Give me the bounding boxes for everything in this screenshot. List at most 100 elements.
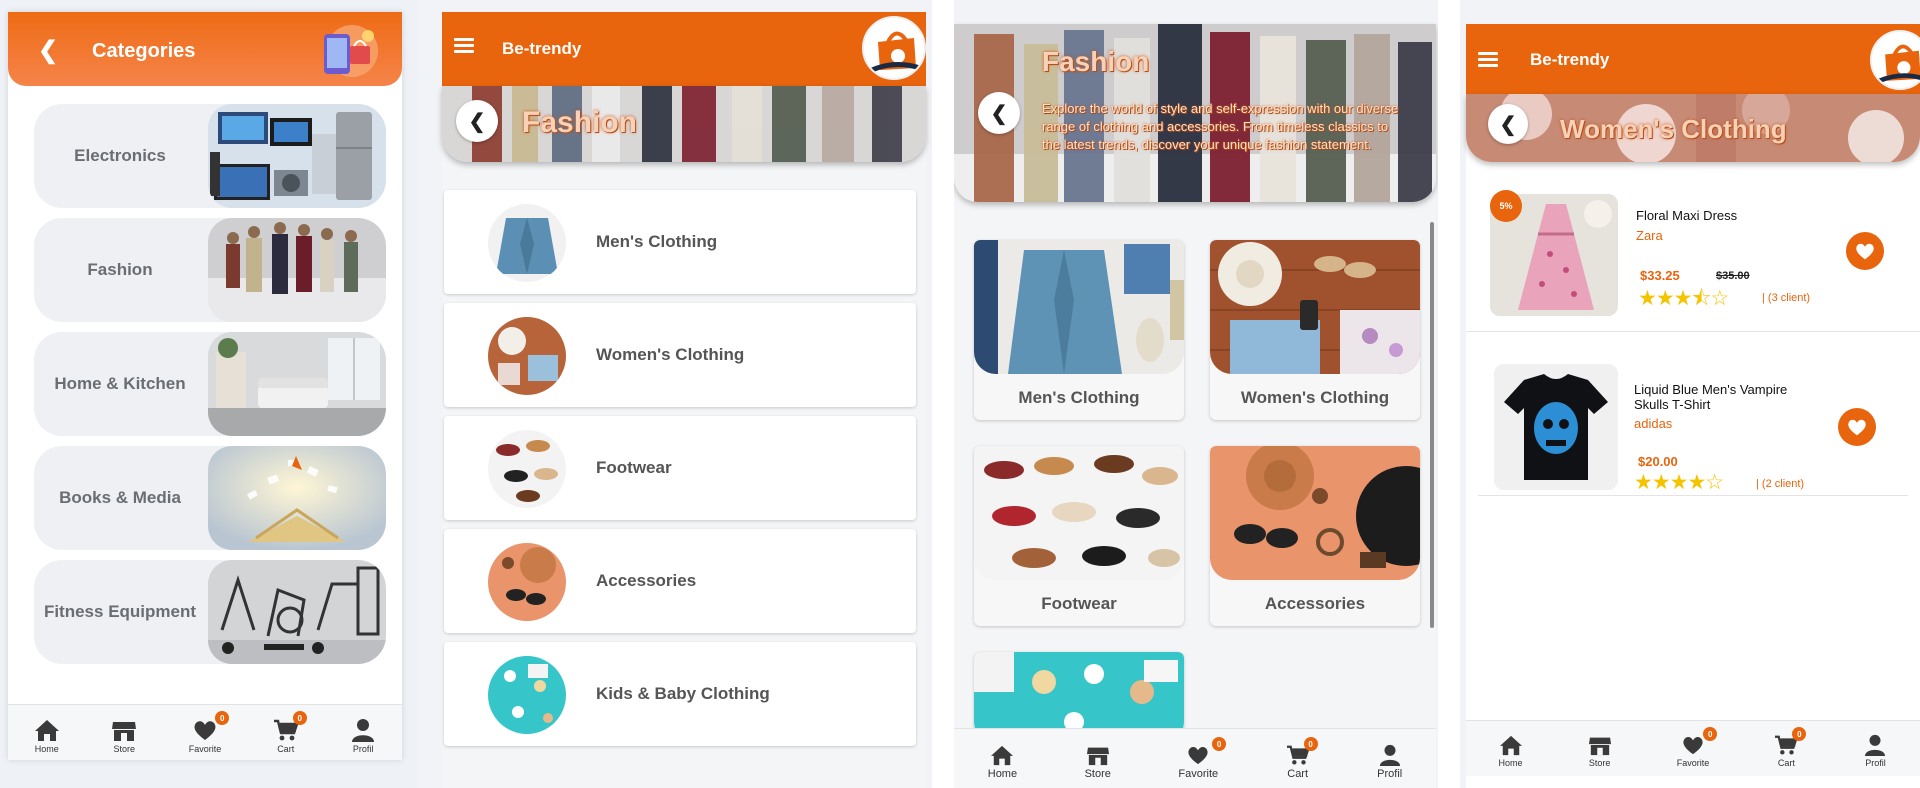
- page-title: Categories: [92, 40, 196, 62]
- category-card-books-media[interactable]: Books & Media: [34, 446, 386, 550]
- womens-clothing-thumb: [488, 317, 566, 395]
- nav-cart[interactable]: 0 Cart: [1286, 737, 1318, 780]
- back-button[interactable]: ❮: [456, 100, 498, 142]
- books-media-image: [208, 446, 386, 550]
- chevron-left-icon: ❮: [468, 110, 486, 133]
- app-bar: Be-trendy: [442, 12, 926, 86]
- list-item-footwear[interactable]: Footwear: [444, 416, 916, 520]
- heart-icon: [194, 721, 216, 740]
- menu-icon[interactable]: [454, 38, 474, 54]
- favorite-button[interactable]: [1846, 232, 1884, 270]
- store-icon: [1588, 737, 1611, 756]
- grid-card-mens-clothing[interactable]: Men's Clothing: [974, 240, 1184, 420]
- user-icon: [1379, 744, 1400, 766]
- phone-frame: ❮ Categories Electronics Fashion Home & …: [8, 12, 402, 760]
- chevron-left-icon: ❮: [1499, 113, 1517, 136]
- product-name: Floral Maxi Dress: [1636, 208, 1738, 223]
- favorite-count-badge: 0: [215, 711, 230, 725]
- store-icon: [112, 722, 137, 741]
- home-icon: [34, 720, 59, 741]
- mens-clothing-image: [974, 240, 1184, 374]
- nav-home[interactable]: Home: [988, 744, 1017, 780]
- back-button[interactable]: ❮: [1488, 104, 1528, 144]
- nav-profil[interactable]: Profil: [1377, 744, 1402, 780]
- scrollbar[interactable]: [1430, 222, 1434, 628]
- favorite-count-badge: 0: [1703, 727, 1718, 741]
- heart-icon: [1848, 419, 1866, 436]
- user-icon: [1865, 734, 1886, 756]
- nav-home[interactable]: Home: [34, 718, 60, 754]
- product-card-vampire-skulls-tshirt[interactable]: Liquid Blue Men's Vampire Skulls T-Shirt…: [1466, 350, 1920, 520]
- category-label: Books & Media: [59, 488, 181, 507]
- product-name: Liquid Blue Men's Vampire Skulls T-Shirt: [1634, 382, 1788, 412]
- app-brand: Be-trendy: [502, 39, 582, 58]
- home-kitchen-image: [208, 332, 386, 436]
- nav-store[interactable]: Store: [1085, 744, 1111, 780]
- banner-title: Women's Clothing: [1560, 114, 1787, 144]
- list-item-mens-clothing[interactable]: Men's Clothing: [444, 190, 916, 294]
- category-label: Fitness Equipment: [43, 602, 197, 621]
- list-item-kids-baby-clothing[interactable]: Kids & Baby Clothing: [444, 642, 916, 746]
- nav-favorite[interactable]: 0 Favorite: [189, 711, 230, 754]
- brand-logo: [1870, 30, 1920, 90]
- back-button[interactable]: ❮: [978, 92, 1020, 134]
- list-item-label: Women's Clothing: [596, 345, 745, 364]
- list-item-label: Kids & Baby Clothing: [596, 684, 770, 703]
- grid-card-womens-clothing[interactable]: Women's Clothing: [1210, 240, 1420, 420]
- cart-count-badge: 0: [1303, 737, 1318, 751]
- category-label: Electronics: [74, 146, 166, 165]
- brand-logo: [862, 16, 926, 80]
- nav-profil[interactable]: Profil: [1863, 734, 1887, 768]
- bottom-navigation: Home Store 0 Favorite 0 Cart Profil: [8, 704, 402, 760]
- home-icon: [991, 745, 1014, 766]
- menu-icon[interactable]: [1478, 52, 1498, 68]
- favorite-button[interactable]: [1838, 408, 1876, 446]
- list-item-accessories[interactable]: Accessories: [444, 529, 916, 633]
- rating-clients: | (2 client): [1756, 478, 1805, 490]
- product-brand: adidas: [1634, 416, 1673, 431]
- nav-favorite[interactable]: 0 Favorite: [1677, 727, 1718, 768]
- back-icon[interactable]: ❮: [38, 36, 58, 65]
- list-item-womens-clothing[interactable]: Women's Clothing: [444, 303, 916, 407]
- phone-frame: Be-trendy ❮ Fashion Men's Clothing Women…: [442, 12, 926, 788]
- product-price: $33.25: [1640, 268, 1680, 283]
- nav-store[interactable]: Store: [1588, 734, 1612, 768]
- footwear-thumb: [488, 430, 566, 508]
- nav-cart[interactable]: 0 Cart: [273, 711, 307, 754]
- grid-card-accessories[interactable]: Accessories: [1210, 446, 1420, 626]
- category-label: Home & Kitchen: [54, 374, 186, 393]
- nav-profil[interactable]: Profil: [350, 718, 376, 754]
- banner-description: Explore the world of style and self-expr…: [1042, 101, 1399, 152]
- accessories-thumb: [488, 543, 566, 621]
- banner-title: Fashion: [1042, 46, 1150, 77]
- product-price: $20.00: [1638, 454, 1678, 469]
- womens-clothing-screen: Be-trendy ❮ Women's Clothing 5% Floral M…: [1460, 0, 1920, 788]
- shopping-illustration-icon: [324, 25, 378, 77]
- discount-badge: 5%: [1490, 190, 1522, 222]
- nav-store[interactable]: Store: [111, 718, 137, 754]
- phone-frame: ❮ Fashion Explore the world of style and…: [954, 24, 1436, 788]
- heart-icon: [1188, 746, 1208, 765]
- product-card-floral-maxi-dress[interactable]: 5% Floral Maxi Dress Zara $33.25 $35.00 …: [1466, 186, 1920, 354]
- divider: [1466, 331, 1920, 332]
- kids-baby-clothing-thumb: [488, 656, 566, 734]
- nav-home[interactable]: Home: [1499, 734, 1523, 768]
- heart-icon: [1683, 736, 1703, 755]
- user-icon: [352, 719, 375, 742]
- list-item-label: Men's Clothing: [596, 232, 718, 251]
- cart-count-badge: 0: [292, 711, 307, 725]
- grid-card-footwear[interactable]: Footwear: [974, 446, 1184, 626]
- nav-favorite[interactable]: 0 Favorite: [1178, 737, 1227, 780]
- favorite-count-badge: 0: [1212, 737, 1227, 751]
- category-card-electronics[interactable]: Electronics: [34, 104, 386, 208]
- heart-icon: [1856, 243, 1874, 260]
- category-card-fitness-equipment[interactable]: Fitness Equipment: [34, 560, 386, 664]
- category-card-fashion[interactable]: Fashion: [34, 218, 386, 322]
- nav-cart[interactable]: 0 Cart: [1774, 727, 1807, 768]
- grid-card-label: Women's Clothing: [1240, 388, 1390, 407]
- electronics-image: [208, 104, 386, 208]
- category-card-home-kitchen[interactable]: Home & Kitchen: [34, 332, 386, 436]
- rating-stars: ★★★★☆: [1634, 471, 1724, 494]
- chevron-left-icon: ❮: [990, 102, 1008, 125]
- fashion-image: [208, 218, 386, 322]
